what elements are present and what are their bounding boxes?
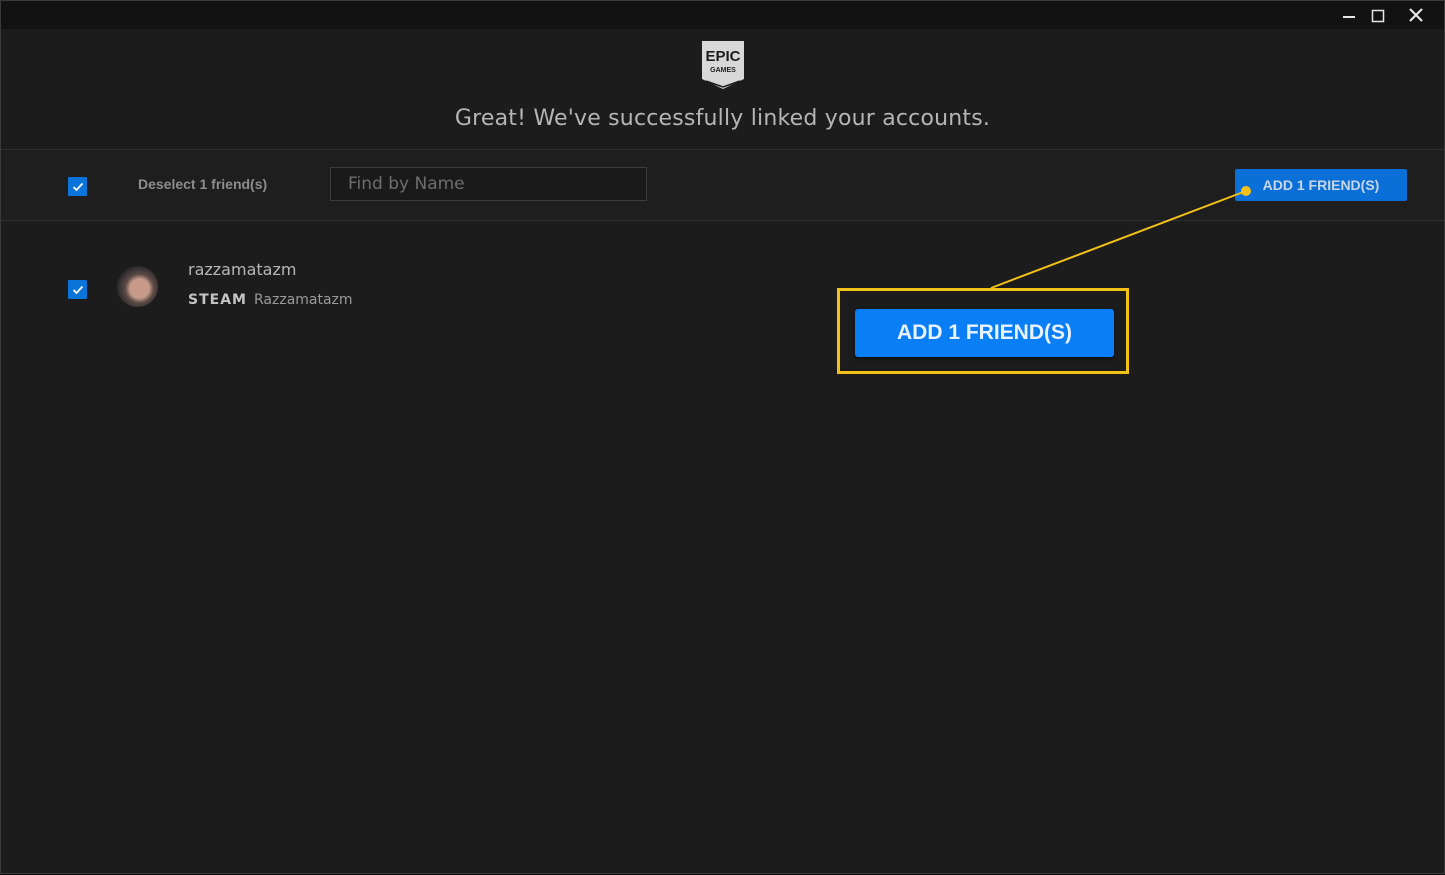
friend-checkbox[interactable] bbox=[68, 280, 87, 299]
svg-text:GAMES: GAMES bbox=[710, 67, 736, 74]
platform-username: Razzamatazm bbox=[254, 292, 353, 308]
app-window: EPIC GAMES Great! We've successfully lin… bbox=[0, 0, 1445, 874]
platform-label: STEAM bbox=[188, 292, 247, 308]
checkmark-icon bbox=[72, 285, 83, 294]
deselect-friends-link[interactable]: Deselect 1 friend(s) bbox=[138, 176, 267, 192]
header: EPIC GAMES Great! We've successfully lin… bbox=[1, 29, 1444, 149]
maximize-icon[interactable] bbox=[1367, 5, 1389, 25]
add-friends-button-zoomed[interactable]: ADD 1 FRIEND(S) bbox=[855, 309, 1114, 357]
toolbar: Deselect 1 friend(s) ADD 1 FRIEND(S) bbox=[1, 150, 1444, 220]
avatar bbox=[117, 266, 158, 307]
list-item: razzamatazm STEAM Razzamatazm bbox=[1, 251, 1444, 321]
search-input[interactable] bbox=[330, 167, 647, 201]
divider bbox=[1, 220, 1444, 221]
add-friends-button[interactable]: ADD 1 FRIEND(S) bbox=[1235, 169, 1407, 201]
select-all-checkbox[interactable] bbox=[68, 177, 87, 196]
friend-name: razzamatazm bbox=[188, 260, 297, 279]
checkmark-icon bbox=[72, 182, 83, 191]
minimize-icon[interactable] bbox=[1338, 5, 1360, 25]
svg-text:EPIC: EPIC bbox=[705, 48, 740, 65]
close-icon[interactable] bbox=[1405, 5, 1427, 25]
epic-games-logo: EPIC GAMES bbox=[700, 39, 746, 95]
title-bar bbox=[1, 1, 1444, 29]
page-title: Great! We've successfully linked your ac… bbox=[454, 106, 991, 131]
